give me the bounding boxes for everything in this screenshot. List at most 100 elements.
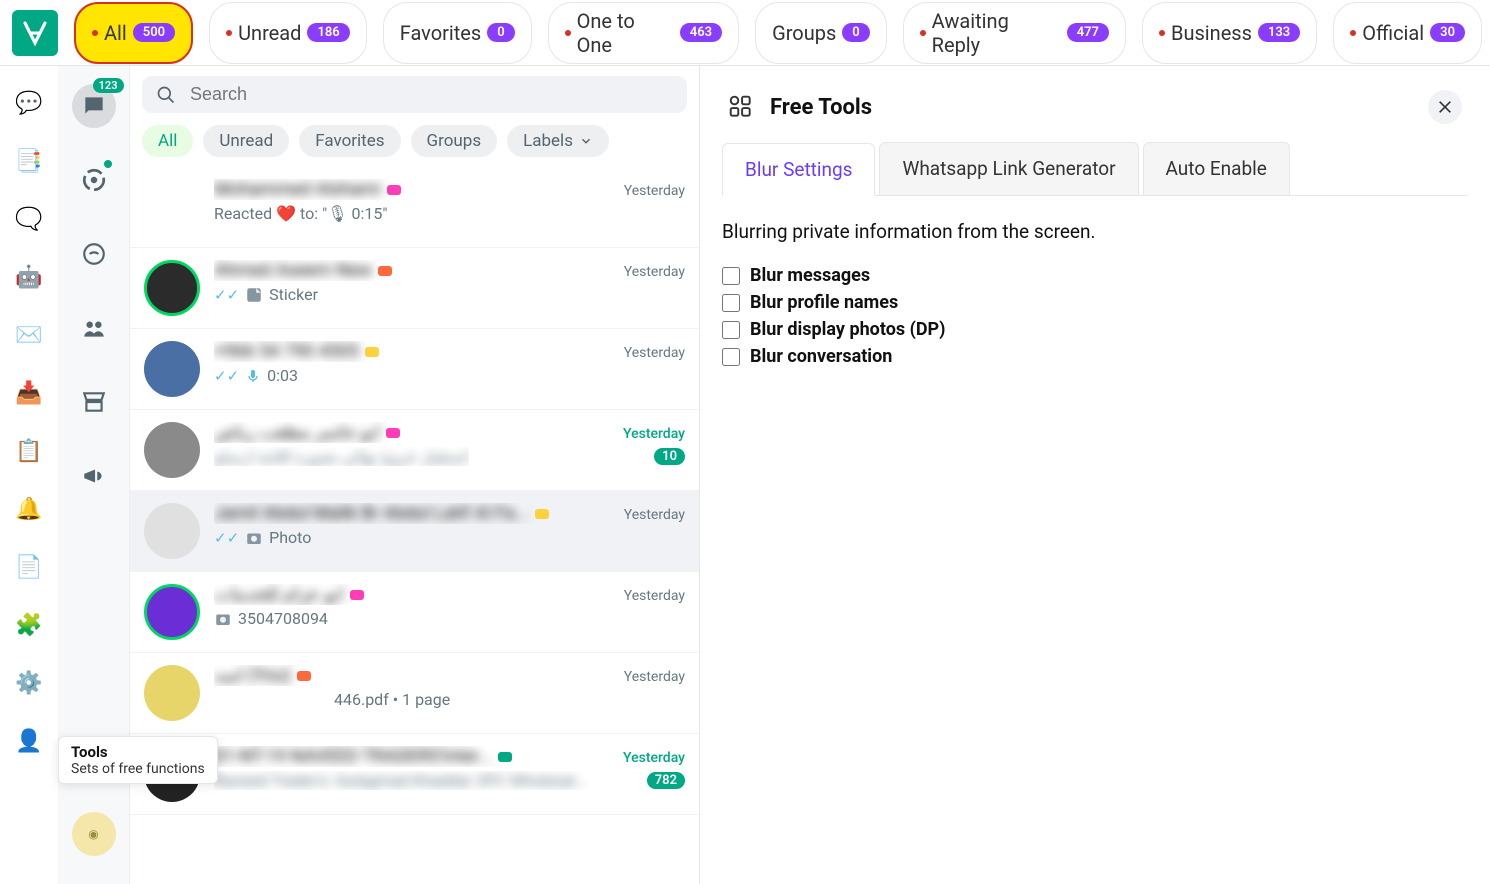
chat-time: Yesterday: [624, 669, 685, 685]
panel-title: Free Tools: [770, 95, 872, 120]
contact-name: 01-NT-19 NAVEED TRADERS'Inter...: [214, 746, 492, 767]
contact-name: Jamil Abdul Malik Br Abdul Latif Al Fa..…: [214, 503, 529, 524]
status-dot-icon: [104, 160, 112, 168]
avatar[interactable]: [144, 584, 200, 640]
profile-avatar[interactable]: ◉: [72, 812, 116, 856]
chat-stack-icon[interactable]: 🗨️: [14, 204, 44, 234]
chat-preview: 0:03: [267, 366, 298, 385]
blur-options: Blur messagesBlur profile namesBlur disp…: [722, 265, 1468, 367]
form-icon[interactable]: 📄: [14, 552, 44, 582]
unread-dot-icon: [565, 30, 571, 36]
tools-icon: [728, 94, 754, 120]
blur-checkbox[interactable]: [722, 348, 740, 366]
bell-icon[interactable]: 🔔: [14, 494, 44, 524]
chip-unread[interactable]: Unread: [203, 125, 289, 157]
chat-bubble-icon[interactable]: 💬: [14, 88, 44, 118]
count-badge: 463: [680, 23, 722, 42]
chat-item[interactable]: Jamil Abdul Malik Br Abdul Latif Al Fa..…: [130, 491, 699, 572]
tab-blur-settings[interactable]: Blur Settings: [722, 143, 875, 196]
communities-icon[interactable]: [72, 306, 116, 350]
gear-icon[interactable]: ⚙️: [14, 668, 44, 698]
chip-labels[interactable]: Labels: [507, 125, 609, 157]
chat-body: Mohammed AlshamiYesterdayReacted ❤️ to: …: [214, 179, 685, 235]
chip-all[interactable]: All: [142, 125, 193, 157]
chat-time: Yesterday: [624, 345, 685, 361]
chats-icon[interactable]: 123: [72, 84, 116, 128]
filter-tab-label: Favorites: [400, 21, 482, 45]
chip-groups[interactable]: Groups: [411, 125, 498, 157]
chip-label: Favorites: [315, 131, 384, 151]
chip-label: Groups: [427, 131, 482, 151]
chip-label: Labels: [523, 131, 573, 151]
filter-tab-label: Awaiting Reply: [932, 9, 1061, 57]
filter-tab-business[interactable]: Business133: [1142, 2, 1317, 64]
chat-item[interactable]: Ahmed Aseem NewYesterday✓✓Sticker: [130, 248, 699, 329]
multi-message-icon[interactable]: 📑: [14, 146, 44, 176]
panel-header: Free Tools: [700, 66, 1490, 142]
count-badge: 133: [1258, 23, 1300, 42]
filter-tab-favorites[interactable]: Favorites0: [383, 2, 532, 64]
close-button[interactable]: [1428, 90, 1462, 124]
tools-tooltip: Tools Sets of free functions: [58, 736, 218, 784]
chat-preview: Sticker: [269, 285, 318, 304]
blur-option-row: Blur display photos (DP): [722, 319, 1468, 340]
search-box[interactable]: [142, 76, 687, 113]
chat-item[interactable]: +966 54 790 4505Yesterday✓✓0:03: [130, 329, 699, 410]
filter-tab-unread[interactable]: Unread186: [209, 2, 367, 64]
filter-tab-one-to-one[interactable]: One to One463: [548, 2, 739, 64]
mail-icon[interactable]: ✉️: [14, 320, 44, 350]
count-badge: 30: [1430, 23, 1465, 42]
camera-icon: [245, 529, 263, 547]
contact-name: Mohammed Alshami: [214, 179, 381, 200]
store-icon[interactable]: [72, 380, 116, 424]
filter-tab-official[interactable]: Official30: [1333, 2, 1482, 64]
contact-name: Ahmed Aseem New: [214, 260, 372, 281]
clipboard-icon[interactable]: 📋: [14, 436, 44, 466]
search-icon: [156, 85, 176, 105]
avatar[interactable]: [144, 341, 200, 397]
avatar[interactable]: [144, 665, 200, 721]
blur-checkbox[interactable]: [722, 294, 740, 312]
megaphone-icon[interactable]: [72, 454, 116, 498]
filter-chips: All Unread Favorites Groups Labels: [130, 121, 699, 167]
count-badge: 500: [133, 23, 175, 42]
chat-time: Yesterday: [623, 750, 685, 766]
search-input[interactable]: [190, 84, 673, 105]
channels-icon[interactable]: [72, 232, 116, 276]
chip-label: All: [158, 131, 177, 151]
filter-tab-groups[interactable]: Groups0: [755, 2, 887, 64]
filter-tab-awaiting-reply[interactable]: Awaiting Reply477: [903, 2, 1126, 64]
unread-badge: 10: [654, 448, 685, 465]
filter-tab-all[interactable]: All500: [74, 2, 193, 64]
support-icon[interactable]: 👤: [14, 726, 44, 756]
contact-name: ابو جاسر مطعب رياض: [214, 422, 380, 443]
bot-icon[interactable]: 🤖: [14, 262, 44, 292]
avatar[interactable]: [144, 260, 200, 316]
tab-auto-enable[interactable]: Auto Enable: [1143, 142, 1290, 195]
unread-dot-icon: [1159, 30, 1165, 36]
tooltip-title: Tools: [71, 743, 205, 761]
panel-tabs: Blur SettingsWhatsapp Link GeneratorAuto…: [722, 142, 1468, 196]
label-tag-icon: [297, 671, 311, 681]
chat-item[interactable]: ابو جاسر مطعب رياضYesterdayاستقبل خروج ن…: [130, 410, 699, 491]
status-icon[interactable]: [72, 158, 116, 202]
count-badge: 186: [307, 23, 349, 42]
unread-dot-icon: [226, 30, 232, 36]
blur-checkbox[interactable]: [722, 321, 740, 339]
inbox-icon[interactable]: 📥: [14, 378, 44, 408]
chat-item[interactable]: اسد (You)Yesterday446.pdf • 1 page: [130, 653, 699, 734]
search-row: [130, 66, 699, 121]
chat-item[interactable]: ابو عزام للخدماتYesterday3504708094: [130, 572, 699, 653]
chip-favorites[interactable]: Favorites: [299, 125, 400, 157]
chat-item[interactable]: Mohammed AlshamiYesterdayReacted ❤️ to: …: [130, 167, 699, 248]
tab-whatsapp-link-generator[interactable]: Whatsapp Link Generator: [879, 142, 1138, 195]
avatar[interactable]: [144, 422, 200, 478]
label-tag-icon: [365, 347, 379, 357]
read-receipt-icon: ✓✓: [214, 367, 239, 385]
blur-option-row: Blur conversation: [722, 346, 1468, 367]
contact-name: ابو عزام للخدمات: [214, 584, 344, 605]
blur-checkbox[interactable]: [722, 267, 740, 285]
widgets-icon[interactable]: 🧩: [14, 610, 44, 640]
avatar[interactable]: [144, 503, 200, 559]
avatar[interactable]: [144, 179, 200, 235]
